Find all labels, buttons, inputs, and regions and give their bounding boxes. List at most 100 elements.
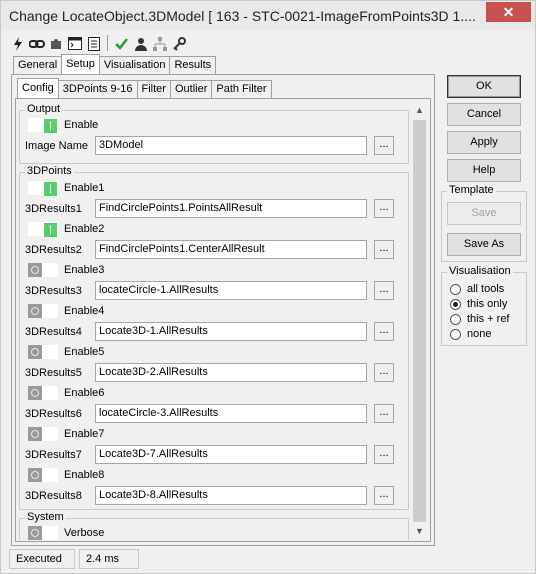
enable1-toggle[interactable] [28, 181, 58, 196]
3dresults5-label: 3DResults5 [25, 367, 82, 379]
template-group-title: Template [447, 184, 496, 196]
3dresults3-browse-button[interactable]: ... [374, 281, 394, 300]
template-save-button[interactable]: Save [447, 202, 521, 225]
3dresults8-browse-button[interactable]: ... [374, 486, 394, 505]
output-group-title: Output [25, 103, 63, 115]
scroll-thumb[interactable] [413, 120, 426, 522]
3dresults5-input[interactable]: Locate3D-2.AllResults [95, 363, 367, 382]
config-content: Output Enable Image Name 3DModel ... 3DP… [17, 102, 411, 540]
3dresults8-input[interactable]: Locate3D-8.AllResults [95, 486, 367, 505]
3dresults1-label: 3DResults1 [25, 203, 82, 215]
3dresults7-browse-button[interactable]: ... [374, 445, 394, 464]
title-bar: Change LocateObject.3DModel [ 163 - STC-… [1, 1, 535, 31]
config-scrollbar[interactable]: ▲ ▼ [411, 102, 428, 540]
status-bar: Executed 2.4 ms [1, 547, 535, 573]
3dresults8-label: 3DResults8 [25, 490, 82, 502]
verbose-label: Verbose [64, 527, 105, 539]
toolbar [9, 35, 187, 53]
3dresults7-label: 3DResults7 [25, 449, 82, 461]
3dresults3-label: 3DResults3 [25, 285, 82, 297]
template-save-as-button[interactable]: Save As [447, 233, 521, 256]
apply-button[interactable]: Apply [447, 131, 521, 154]
3dresults4-label: 3DResults4 [25, 326, 82, 338]
3dresults7-input[interactable]: Locate3D-7.AllResults [95, 445, 367, 464]
image-name-input[interactable]: 3DModel [95, 136, 367, 155]
link-icon[interactable] [28, 35, 45, 52]
tab-filter[interactable]: Filter [136, 80, 171, 99]
tab-path-filter[interactable]: Path Filter [211, 80, 272, 99]
status-time: 2.4 ms [79, 549, 139, 569]
visualisation-option[interactable]: none [450, 327, 491, 341]
3dresults6-browse-button[interactable]: ... [374, 404, 394, 423]
puzzle-icon[interactable] [47, 35, 64, 52]
image-name-label: Image Name [25, 140, 88, 152]
3dresults4-browse-button[interactable]: ... [374, 322, 394, 341]
tab-general[interactable]: General [13, 56, 63, 75]
scroll-up-icon[interactable]: ▲ [411, 102, 428, 119]
person-icon[interactable] [132, 35, 149, 52]
3dresults2-label: 3DResults2 [25, 244, 82, 256]
tab-outlier[interactable]: Outlier [169, 80, 213, 99]
cancel-button[interactable]: Cancel [447, 103, 521, 126]
output-enable-toggle[interactable] [28, 118, 58, 133]
visualisation-option-label: none [467, 328, 492, 340]
console-icon[interactable] [66, 35, 83, 52]
toolbar-separator [107, 35, 108, 51]
tab-3dpoints-9-16[interactable]: 3DPoints 9-16 [57, 80, 138, 99]
radio-button[interactable] [450, 313, 461, 325]
3dresults6-input[interactable]: locateCircle-3.AllResults [95, 404, 367, 423]
enable4-toggle[interactable] [28, 304, 58, 318]
output-enable-label: Enable [64, 119, 99, 131]
radio-button[interactable] [450, 328, 461, 340]
checkmark-icon[interactable] [113, 35, 130, 52]
3dresults1-browse-button[interactable]: ... [374, 199, 394, 218]
visualisation-group: Visualisation all tools this only this + r… [441, 265, 527, 346]
enable3-label: Enable3 [64, 264, 105, 276]
tab-results[interactable]: Results [169, 56, 217, 75]
visualisation-option[interactable]: this only [450, 297, 507, 311]
close-button[interactable]: ✕ [486, 2, 531, 22]
enable8-toggle[interactable] [28, 468, 58, 482]
visualisation-option[interactable]: this + ref [450, 312, 510, 326]
tab-visualisation[interactable]: Visualisation [98, 56, 171, 75]
system-group-title: System [25, 511, 66, 523]
points-group-title: 3DPoints [25, 165, 74, 177]
enable7-label: Enable7 [64, 428, 105, 440]
network-icon[interactable] [151, 35, 168, 52]
enable6-toggle[interactable] [28, 386, 58, 400]
3dresults1-input[interactable]: FindCirclePoints1.PointsAllResult [95, 199, 367, 218]
list-icon[interactable] [85, 35, 102, 52]
3dresults4-input[interactable]: Locate3D-1.AllResults [95, 322, 367, 341]
enable2-label: Enable2 [64, 223, 105, 235]
3dresults5-browse-button[interactable]: ... [374, 363, 394, 382]
3dresults2-input[interactable]: FindCirclePoints1.CenterAllResult [95, 240, 367, 259]
enable1-label: Enable1 [64, 182, 105, 194]
visualisation-option[interactable]: all tools [450, 282, 504, 296]
visualisation-option-label: this only [467, 298, 508, 310]
scroll-down-icon[interactable]: ▼ [411, 523, 428, 540]
dialog-window: Change LocateObject.3DModel [ 163 - STC-… [0, 0, 536, 574]
radio-button[interactable] [450, 298, 461, 310]
enable7-toggle[interactable] [28, 427, 58, 441]
image-name-browse-button[interactable]: ... [374, 136, 394, 155]
status-state: Executed [9, 549, 75, 569]
enable3-toggle[interactable] [28, 263, 58, 277]
enable6-label: Enable6 [64, 387, 105, 399]
enable2-toggle[interactable] [28, 222, 58, 237]
enable5-label: Enable5 [64, 346, 105, 358]
help-button[interactable]: Help [447, 159, 521, 182]
tab-setup[interactable]: Setup [61, 54, 100, 74]
enable8-label: Enable8 [64, 469, 105, 481]
verbose-toggle[interactable] [28, 526, 58, 540]
visualisation-group-title: Visualisation [447, 265, 513, 277]
points-group: 3DPoints Enable1 3DResults1 FindCirclePoin… [19, 165, 409, 510]
key-icon[interactable] [170, 35, 187, 52]
enable5-toggle[interactable] [28, 345, 58, 359]
radio-button[interactable] [450, 283, 461, 295]
3dresults3-input[interactable]: locateCircle-1.AllResults [95, 281, 367, 300]
3dresults2-browse-button[interactable]: ... [374, 240, 394, 259]
ok-button[interactable]: OK [447, 75, 521, 98]
inner-tab-bar: Config 3DPoints 9-16 Filter Outlier Path… [17, 78, 272, 99]
lightning-icon[interactable] [9, 35, 26, 52]
tab-config[interactable]: Config [17, 78, 59, 98]
